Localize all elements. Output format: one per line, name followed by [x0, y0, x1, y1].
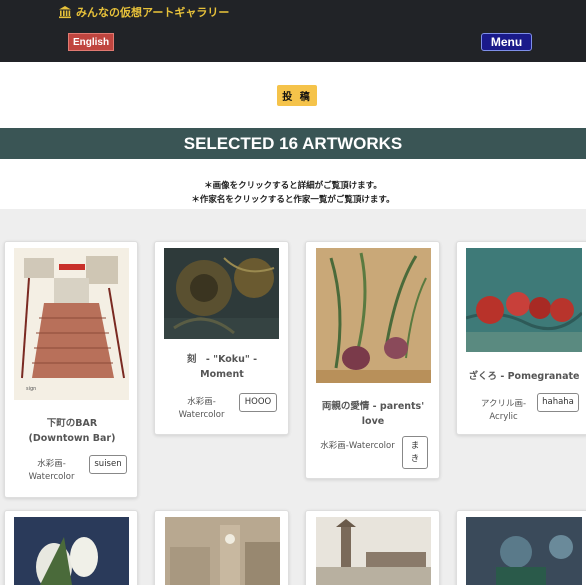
- note-image-click: ＊画像をクリックすると詳細がご覧頂けます。: [204, 181, 382, 191]
- artwork-image[interactable]: [466, 248, 582, 352]
- svg-text:sign: sign: [26, 386, 36, 392]
- museum-icon: [59, 6, 71, 19]
- artwork-image[interactable]: sign: [14, 248, 129, 400]
- section-title: SELECTED 16 ARTWORKS: [0, 128, 586, 159]
- artwork-image[interactable]: [165, 517, 280, 585]
- artwork-card: 両親の愛情 - parents' love 水彩画-Watercolor まき: [305, 241, 440, 479]
- artwork-card: ざくろ - Pomegranate アクリル画-Acrylic hahaha: [456, 241, 586, 435]
- artwork-card: [154, 510, 289, 585]
- post-button[interactable]: 投 稿: [277, 85, 317, 106]
- artwork-image[interactable]: [14, 517, 129, 585]
- artwork-image[interactable]: [316, 517, 431, 585]
- artist-button[interactable]: まき: [402, 436, 428, 469]
- artwork-title[interactable]: 刻 - "Koku" - Moment: [169, 352, 275, 382]
- artwork-medium: 水彩画-Watercolor: [320, 441, 395, 451]
- artwork-card: sign 下町のBAR (Downtown Bar) 水彩画-Watercolo…: [4, 241, 138, 498]
- note-artist-click: ＊作家名をクリックすると作家一覧がご覧頂けます。: [191, 195, 395, 205]
- artwork-image[interactable]: [164, 248, 279, 339]
- artwork-card: [4, 510, 138, 585]
- artwork-title[interactable]: 下町のBAR (Downtown Bar): [19, 416, 125, 446]
- artwork-card: 刻 - "Koku" - Moment 水彩画-Watercolor HOOO: [154, 241, 289, 435]
- artist-button[interactable]: HOOO: [239, 393, 277, 412]
- artwork-medium: アクリル画-Acrylic: [480, 399, 527, 422]
- site-brand[interactable]: みんなの仮想アートギャラリー: [58, 4, 229, 20]
- artwork-title[interactable]: 両親の愛情 - parents' love: [320, 399, 426, 429]
- artwork-image[interactable]: [466, 517, 582, 585]
- site-title: みんなの仮想アートギャラリー: [76, 6, 230, 19]
- artwork-medium: 水彩画-Watercolor: [178, 397, 225, 420]
- artwork-title[interactable]: ざくろ - Pomegranate: [465, 369, 583, 384]
- top-navbar: みんなの仮想アートギャラリー English Menu: [0, 0, 586, 62]
- artist-button[interactable]: suisen: [89, 455, 127, 474]
- english-language-button[interactable]: English: [68, 33, 114, 51]
- artwork-card: [456, 510, 586, 585]
- artwork-medium: 水彩画-Watercolor: [28, 459, 75, 482]
- menu-button[interactable]: Menu: [481, 33, 532, 51]
- instruction-notes: ＊画像をクリックすると詳細がご覧頂けます。 ＊作家名をクリックすると作家一覧がご…: [0, 159, 586, 209]
- artist-button[interactable]: hahaha: [537, 393, 579, 412]
- artwork-image[interactable]: [316, 248, 431, 383]
- artwork-card: [305, 510, 440, 585]
